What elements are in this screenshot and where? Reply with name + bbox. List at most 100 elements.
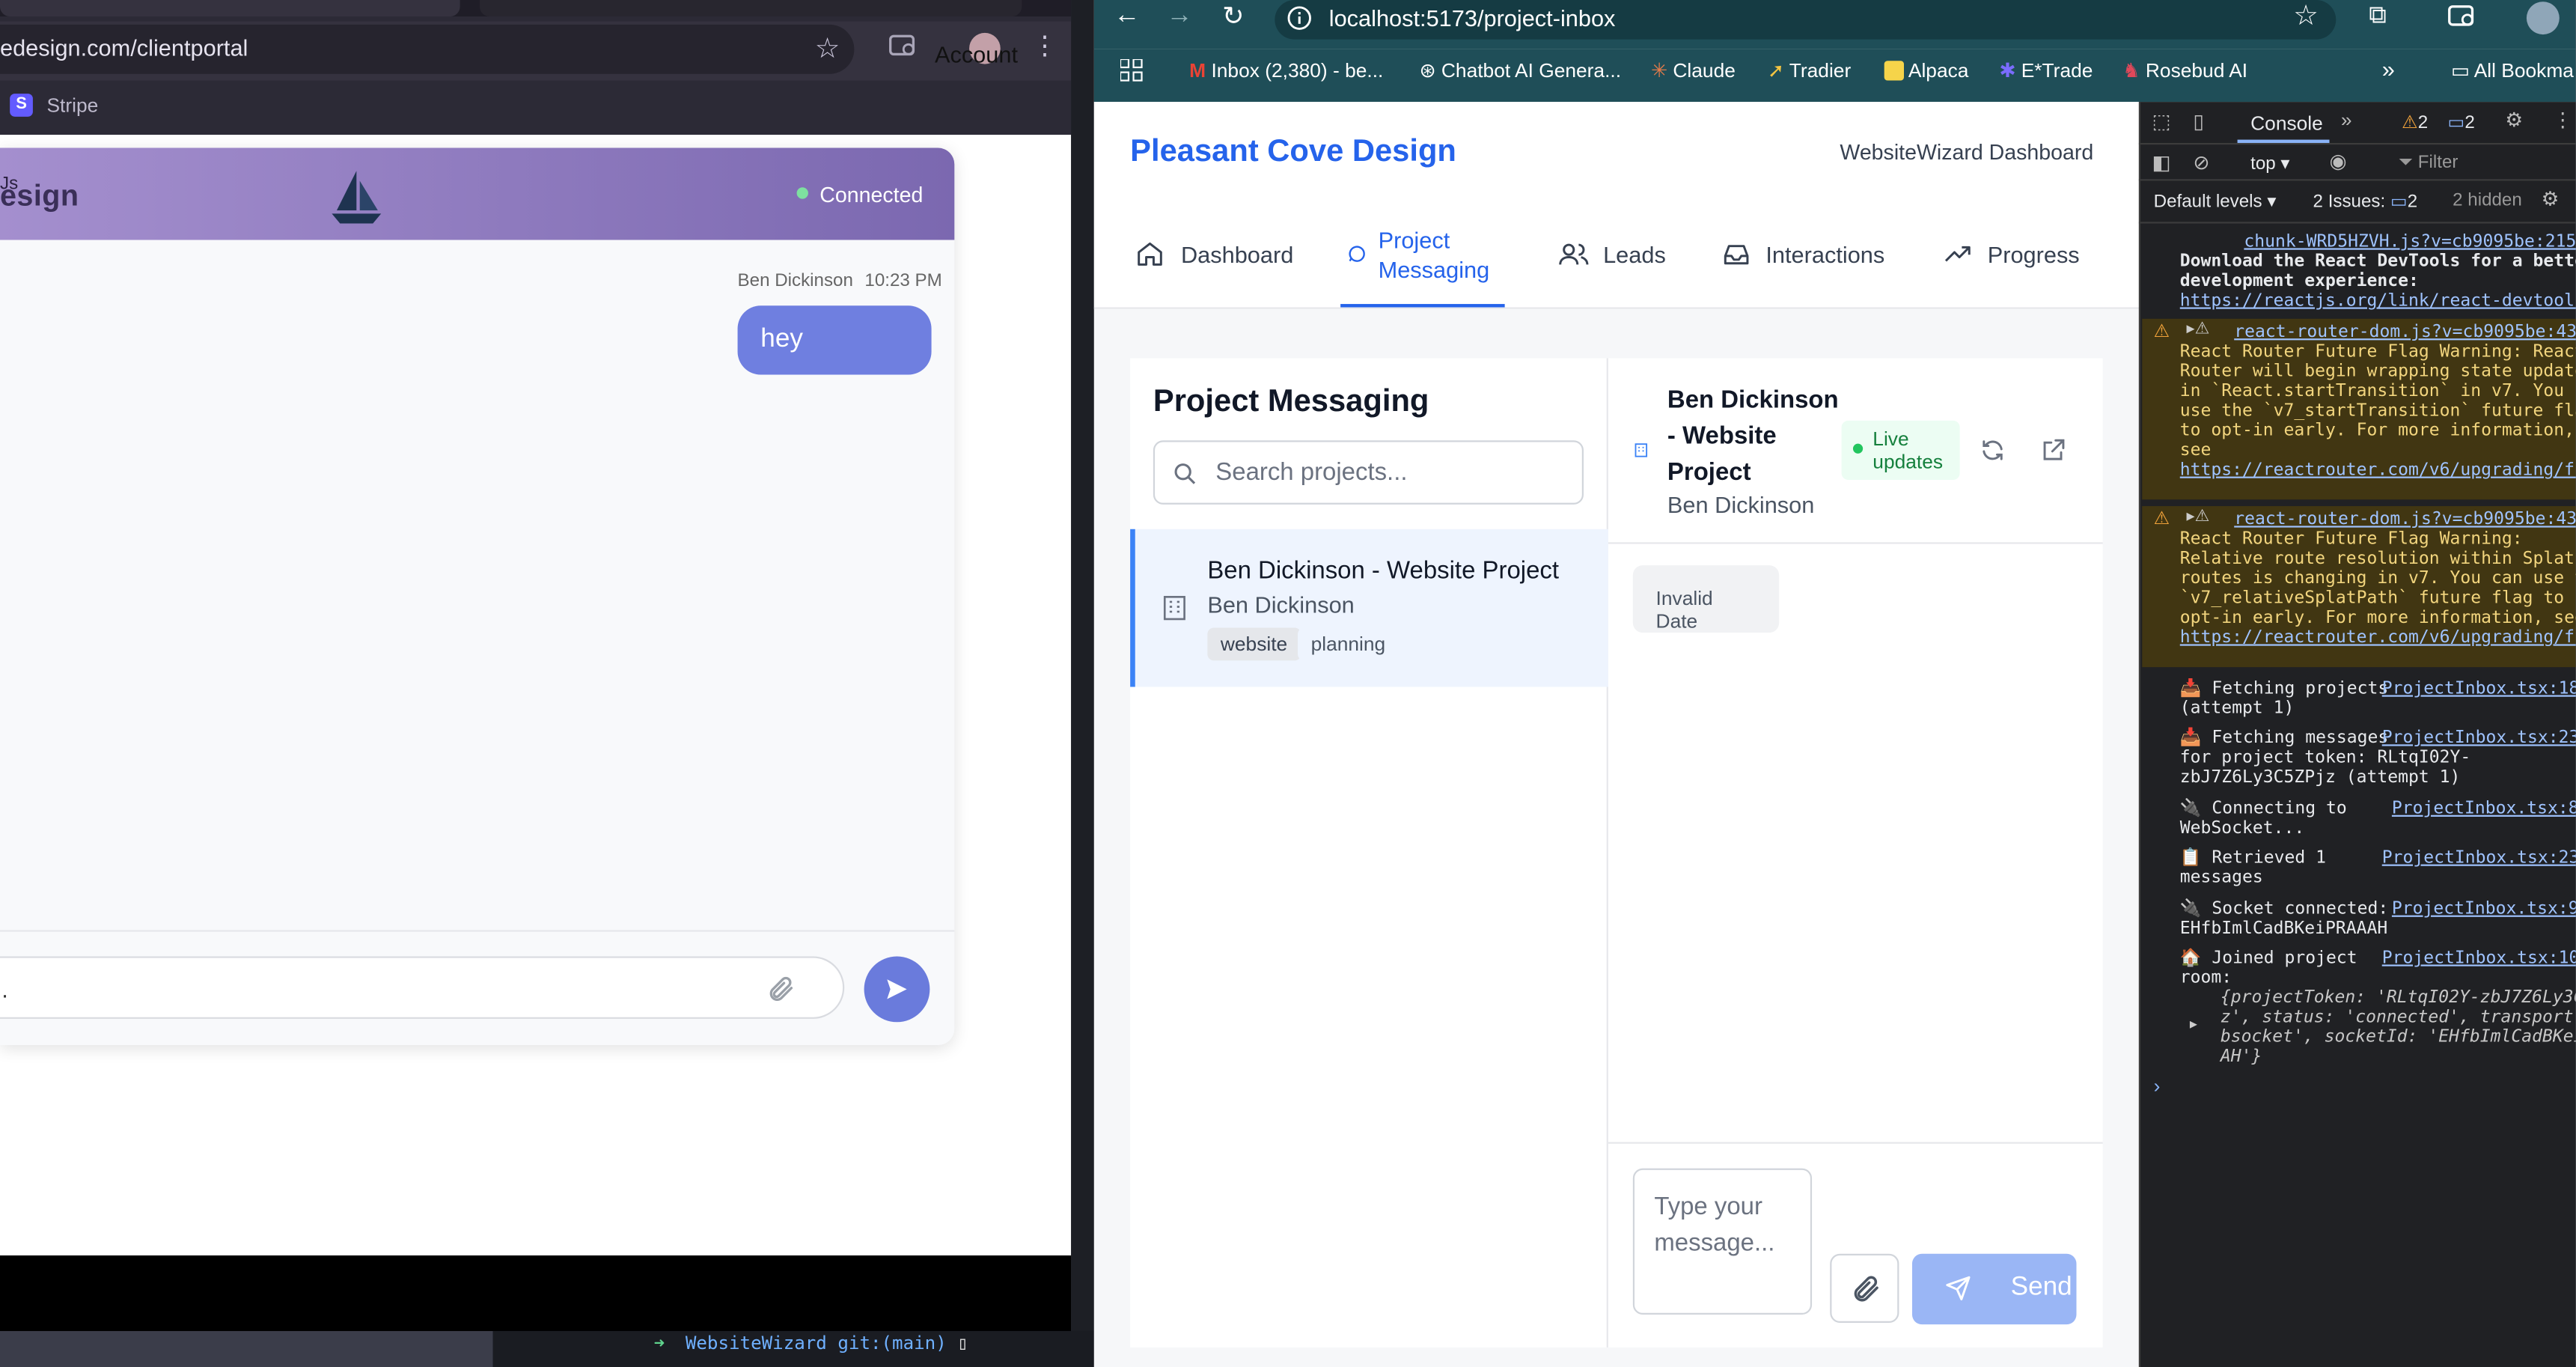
bookmark-all[interactable]: ▭ All Bookma: [2451, 59, 2574, 82]
extensions-icon[interactable]: ⧉: [2369, 1, 2387, 29]
log-source-link[interactable]: ProjectInbox.tsx:105: [2382, 949, 2576, 968]
bookmark-alpaca[interactable]: Alpaca: [1884, 59, 1968, 82]
external-link-icon[interactable]: [2040, 437, 2066, 463]
nav-leads[interactable]: Leads: [1557, 240, 1666, 270]
expand-arrow-icon[interactable]: ▸⚠: [2187, 508, 2210, 526]
compose-textarea[interactable]: Type your message...: [1632, 1168, 1813, 1315]
apps-grid-icon[interactable]: [1120, 59, 1144, 82]
console-tab-underline: [2237, 139, 2330, 143]
device-toggle-icon[interactable]: ▯: [2193, 110, 2204, 133]
log-source-link[interactable]: ProjectInbox.tsx:182: [2382, 679, 2576, 698]
menu-kebab-icon[interactable]: ⋮: [1031, 30, 1057, 63]
log-source-link[interactable]: ProjectInbox.tsx:239: [2382, 848, 2576, 868]
message-count: 2: [2464, 113, 2475, 133]
left-url-text: edesign.com/clientportal: [0, 34, 248, 61]
warning-icon: ⚠: [2153, 322, 2170, 342]
inspect-element-icon[interactable]: ⬚: [2152, 110, 2170, 133]
console-filter-input[interactable]: ⏷ Filter: [2399, 153, 2459, 174]
log-source-link[interactable]: react-router-dom.js?v=cb9095be:4393: [2234, 322, 2576, 341]
message-meta: Ben Dickinson 10:23 PM: [738, 271, 942, 290]
refresh-icon[interactable]: [1980, 437, 2006, 463]
project-item-client: Ben Dickinson: [1207, 591, 1355, 618]
nav-label: Project Messaging: [1378, 226, 1490, 283]
message-icon: ▭: [2447, 113, 2465, 133]
bookmark-star-icon[interactable]: ☆: [815, 33, 840, 66]
log-source-link[interactable]: ProjectInbox.tsx:97: [2392, 899, 2576, 919]
project-list-item[interactable]: [1130, 529, 1608, 687]
context-selector[interactable]: top ▾: [2250, 153, 2289, 174]
nav-label: Progress: [1987, 242, 2080, 269]
eye-icon[interactable]: ◉: [2330, 150, 2347, 173]
settings-gear-icon[interactable]: ⚙: [2505, 109, 2523, 132]
log-link[interactable]: https://reactrouter.com/v6/upgrading/fut: [2180, 460, 2576, 480]
left-tab-strip[interactable]: [0, 0, 1072, 16]
log-text: 📥 Fetching projects (attempt 1): [2179, 678, 2389, 719]
bookmark-label: Tradier: [1789, 59, 1852, 82]
nav-dashboard[interactable]: Dashboard: [1135, 240, 1293, 270]
bookmark-chatbot[interactable]: ⊛ Chatbot AI Genera...: [1419, 59, 1621, 82]
chat-divider: [0, 930, 955, 932]
issues-button[interactable]: 2 Issues: ▭2: [2313, 191, 2418, 212]
send-button[interactable]: Send: [1911, 1253, 2077, 1325]
bookmark-tradier[interactable]: ➚ Tradier: [1768, 59, 1851, 82]
devtools-menu-icon[interactable]: ⋮: [2553, 109, 2572, 132]
log-object[interactable]: {projectToken: 'RLtqI02Y-zbJ7Z6Ly3C5ZP z…: [2200, 987, 2576, 1066]
console-settings-icon[interactable]: ⚙: [2542, 187, 2560, 210]
forward-icon[interactable]: →: [1166, 1, 1192, 31]
console-tab[interactable]: Console: [2250, 112, 2323, 135]
more-bookmarks-icon[interactable]: »: [2382, 56, 2395, 82]
left-window-bottom-bar: [0, 1255, 1072, 1331]
more-tabs-icon[interactable]: »: [2341, 109, 2352, 132]
conversation-client: Ben Dickinson: [1667, 491, 1815, 518]
search-icon: [1174, 463, 1196, 484]
stripe-bookmark[interactable]: S Stripe: [10, 91, 98, 121]
log-source-link[interactable]: ProjectInbox.tsx:230: [2382, 728, 2576, 747]
tab-search-icon[interactable]: [888, 33, 918, 59]
nav-interactions[interactable]: Interactions: [1720, 240, 1884, 270]
search-placeholder: Search projects...: [1215, 458, 1408, 487]
back-icon[interactable]: ←: [1114, 1, 1140, 31]
chat-message-input[interactable]: .: [0, 956, 845, 1019]
reload-icon[interactable]: ↻: [1222, 0, 1244, 33]
nav-label: Leads: [1603, 242, 1666, 269]
log-link[interactable]: https://reactrouter.com/v6/upgrading/fut: [2180, 627, 2576, 647]
bookmark-etrade[interactable]: ✱ E*Trade: [1999, 59, 2093, 82]
bookmark-gmail[interactable]: M Inbox (2,380) - be...: [1189, 59, 1383, 82]
message-bubble: hey: [737, 305, 932, 375]
profile-avatar-right[interactable]: [2526, 1, 2560, 35]
log-text: 🏠 Joined project room:: [2179, 948, 2357, 988]
expand-arrow-icon[interactable]: ▸⚠: [2187, 320, 2210, 338]
site-info-icon[interactable]: [1287, 5, 1313, 31]
app-brand[interactable]: Pleasant Cove Design: [1130, 135, 1456, 171]
bookmark-claude[interactable]: ✳ Claude: [1651, 59, 1736, 82]
claude-icon: ✳: [1650, 59, 1668, 82]
log-source-link[interactable]: chunk-WRD5HZVH.js?v=cb9095be:21551: [2244, 231, 2575, 251]
context-label: top: [2250, 154, 2276, 174]
console-prompt-icon[interactable]: ›: [2154, 1075, 2161, 1098]
nav-project-messaging[interactable]: Project Messaging: [1379, 225, 1510, 284]
paperclip-icon[interactable]: [766, 975, 796, 1005]
warning-counter[interactable]: ⚠2: [2402, 112, 2428, 133]
object-expand-icon[interactable]: ▸: [2190, 1016, 2197, 1034]
nav-progress[interactable]: Progress: [1941, 240, 2080, 270]
message-counter[interactable]: ▭2: [2448, 112, 2475, 133]
bookmark-rosebud[interactable]: ♞ Rosebud AI: [2122, 59, 2247, 82]
bookmark-star-icon-right[interactable]: ☆: [2293, 0, 2318, 33]
terminal-prompt-text: WebsiteWizard git:(main): [685, 1333, 947, 1354]
tradier-icon: ➚: [1767, 59, 1784, 82]
sidebar-toggle-icon[interactable]: ◧: [2152, 151, 2170, 174]
terminal-cursor: ▯: [957, 1333, 968, 1354]
account-link[interactable]: Account: [935, 41, 1018, 67]
log-source-link[interactable]: react-router-dom.js?v=cb9095be:4393: [2234, 509, 2576, 529]
bookmark-label: Inbox (2,380) - be...: [1211, 59, 1384, 82]
warning-text: React Router Future Flag Warning: Relati…: [2179, 529, 2576, 628]
message-circle-icon: [1349, 246, 1365, 262]
chat-send-button[interactable]: [864, 956, 930, 1023]
tab-search-icon-right[interactable]: [2448, 3, 2478, 29]
log-source-link[interactable]: ProjectInbox.tsx:84: [2392, 799, 2576, 818]
clear-console-icon[interactable]: ⊘: [2193, 151, 2209, 174]
log-link[interactable]: https://reactjs.org/link/react-devtools: [2180, 291, 2576, 311]
terminal-prompt[interactable]: ➜ WebsiteWizard git:(main) ▯: [654, 1333, 968, 1354]
attach-button[interactable]: [1830, 1253, 1899, 1323]
levels-dropdown[interactable]: Default levels ▾: [2154, 191, 2277, 212]
